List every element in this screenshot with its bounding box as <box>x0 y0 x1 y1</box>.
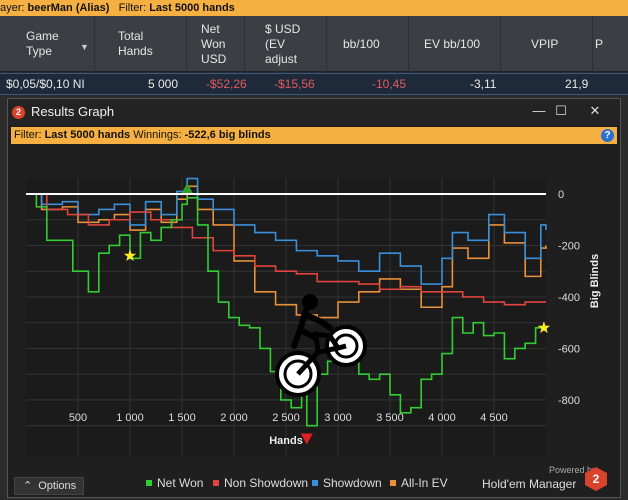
column-header-ev-bb100[interactable]: EV bb/100 <box>409 16 501 72</box>
column-header-bb100[interactable]: bb/100 <box>327 16 409 72</box>
filter-prefix: Filter: <box>118 2 147 14</box>
y-axis-label: Big Blinds <box>589 254 601 308</box>
x-tick-label: 1 000 <box>116 412 144 424</box>
filter-value: Last 5000 hands <box>149 2 235 14</box>
cell-ev-adjust: -$15,56 <box>274 77 315 91</box>
x-tick-label: 2 500 <box>272 412 300 424</box>
x-tick-label: 1 500 <box>168 412 196 424</box>
legend-showdown: Showdown <box>312 476 382 490</box>
stats-table-header: Game Type ▼ Total Hands Net Won USD $ USD (EV… <box>0 16 628 72</box>
x-tick-label: 3 000 <box>324 412 352 424</box>
x-tick-label: 3 500 <box>376 412 404 424</box>
cell-ev-bb100: -3,11 <box>470 77 497 91</box>
top-filter-bar: ayer: beerMan (Alias) Filter: Last 5000 … <box>0 0 628 16</box>
column-header-total-hands[interactable]: Total Hands <box>95 16 187 72</box>
legend-net-won: Net Won <box>146 476 203 490</box>
y-tick-label: -600 <box>558 343 580 355</box>
y-tick-label: -400 <box>558 292 580 304</box>
legend-swatch <box>390 480 396 486</box>
y-tick-label: -200 <box>558 240 580 252</box>
column-header-pfr[interactable]: P <box>593 16 628 72</box>
cell-vpip: 21,9 <box>565 77 589 91</box>
results-graph-window: 2 Results Graph — ☐ ✕ Filter: Last 5000 … <box>7 98 621 498</box>
sort-dropdown-icon[interactable]: ▼ <box>80 40 89 55</box>
options-caret-icon: ⌃ <box>23 480 33 492</box>
x-tick-label: 500 <box>69 412 87 424</box>
column-header-ev-adjust[interactable]: $ USD (EV adjust <box>245 16 327 72</box>
brand-label: Hold'em Manager <box>482 477 577 491</box>
results-chart: 0 -200 -400 -600 -800 500 1 000 1 500 2 000 2 500… <box>26 177 601 457</box>
cell-game-type: $0,05/$0,10 NI <box>6 77 85 91</box>
x-tick-label: 2 000 <box>220 412 248 424</box>
legend-swatch <box>312 480 318 486</box>
column-header-vpip[interactable]: VPIP <box>501 16 593 72</box>
legend-non-showdown: Non Showdown <box>213 476 308 490</box>
legend-swatch <box>146 480 152 486</box>
player-name: beerMan (Alias) <box>27 2 110 14</box>
cell-total-hands: 5 000 <box>148 77 179 91</box>
y-tick-label: 0 <box>558 189 564 201</box>
column-header-net-won[interactable]: Net Won USD <box>187 16 245 72</box>
player-prefix: ayer: <box>0 2 25 14</box>
table-row[interactable]: $0,05/$0,10 NI 5 000 -$52,26 -$15,56 -10… <box>0 73 628 95</box>
cell-bb100: -10,45 <box>372 77 407 91</box>
options-button[interactable]: ⌃ Options <box>14 477 84 495</box>
legend-swatch <box>213 480 219 486</box>
x-tick-label: 4 500 <box>480 412 508 424</box>
legend-all-in-ev: All-In EV <box>390 476 448 490</box>
x-axis-label: Hands <box>269 435 303 447</box>
y-tick-label: -800 <box>558 395 580 407</box>
x-tick-label: 4 000 <box>428 412 456 424</box>
cell-net-won: -$52,26 <box>206 77 247 91</box>
column-header-game-type[interactable]: Game Type ▼ <box>0 16 95 72</box>
